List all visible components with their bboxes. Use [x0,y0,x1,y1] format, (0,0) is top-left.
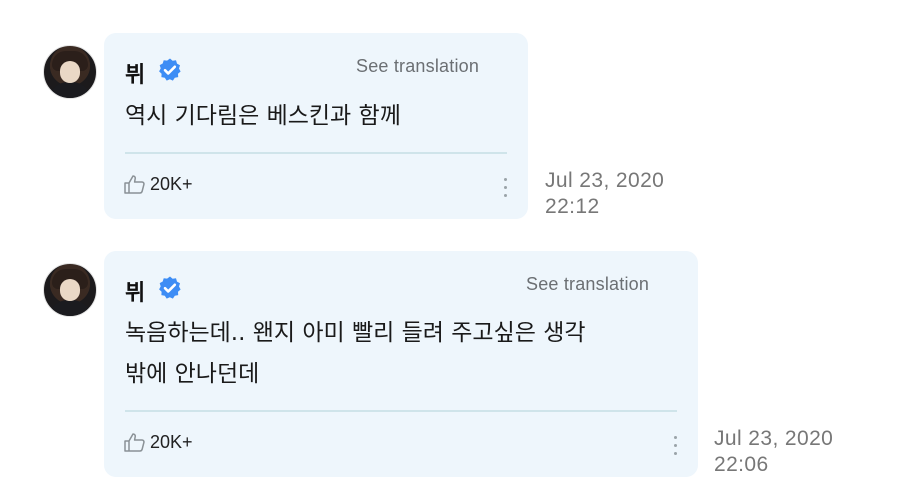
see-translation-link[interactable]: See translation [526,274,649,295]
thumbs-up-icon[interactable] [123,431,147,453]
post-date: Jul 23, 2020 [714,427,834,450]
divider [125,410,677,412]
like-count: 20K+ [150,432,193,452]
author-avatar[interactable] [43,263,97,317]
post-time: 22:06 [714,453,769,476]
author-name[interactable]: 뷔 [125,275,145,307]
message-line: 밖에 안나던데 [125,361,260,387]
verified-badge-icon [159,276,181,299]
more-vertical-icon[interactable] [672,436,678,458]
post-2: 뷔 See translation 녹음하는데.. 왠지 아미 빨리 들려 주고… [0,0,900,499]
message-line: 녹음하는데.. 왠지 아미 빨리 들려 주고싶은 생각 [125,320,586,346]
